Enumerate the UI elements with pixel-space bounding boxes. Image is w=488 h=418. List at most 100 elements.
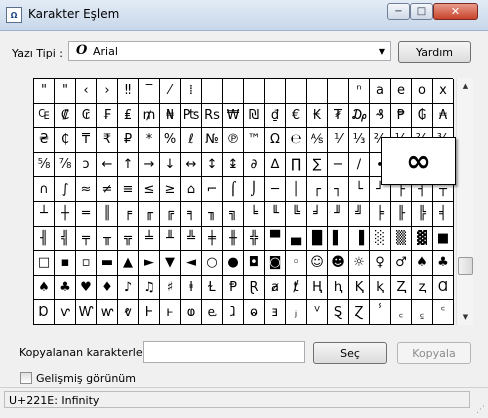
character-cell[interactable]: ⱨ <box>328 275 349 301</box>
character-cell[interactable]: ╧ <box>139 226 160 252</box>
character-cell[interactable]: ≡ <box>118 177 139 202</box>
character-cell[interactable]: ₰ <box>370 103 391 129</box>
character-cell[interactable]: ⅞ <box>55 152 76 178</box>
character-cell[interactable]: ╚ <box>286 201 307 227</box>
character-cell[interactable]: ■ <box>433 226 454 252</box>
character-cell[interactable]: " <box>55 79 76 104</box>
character-cell[interactable]: ╠ <box>412 201 433 227</box>
character-cell[interactable]: ◙ <box>265 251 286 276</box>
character-cell[interactable]: ► <box>139 251 160 276</box>
character-cell[interactable]: ╡ <box>433 201 454 227</box>
character-cell[interactable]: Ɀ <box>349 300 370 325</box>
copy-button[interactable]: Kopyala <box>397 342 471 364</box>
grid-scrollbar[interactable]: ▲ ▼ <box>456 78 473 325</box>
character-cell[interactable]: ♣ <box>433 251 454 276</box>
character-cell[interactable]: ☻ <box>328 251 349 276</box>
character-cell[interactable]: ╟ <box>391 201 412 227</box>
character-cell[interactable]: ꜁ <box>412 300 433 325</box>
character-cell[interactable]: ⱱ <box>55 300 76 325</box>
character-cell[interactable]: − <box>328 152 349 178</box>
character-cell[interactable]: ╒ <box>118 201 139 227</box>
character-cell[interactable]: ⱪ <box>370 275 391 301</box>
character-cell[interactable]: ╤ <box>76 226 97 252</box>
character-cell[interactable]: Ⱪ <box>349 275 370 301</box>
character-cell[interactable]: ╥ <box>97 226 118 252</box>
scroll-down-icon[interactable]: ▼ <box>457 313 474 321</box>
character-cell[interactable]: ☺ <box>307 251 328 276</box>
character-cell[interactable]: └ <box>349 177 370 202</box>
character-cell[interactable]: ⱹ <box>223 300 244 325</box>
character-cell[interactable]: ℗ <box>223 128 244 153</box>
close-button[interactable]: ✕ <box>433 3 478 20</box>
character-cell[interactable]: ╔ <box>160 201 181 227</box>
resize-grip-icon[interactable]: ⋰ <box>476 405 485 415</box>
character-cell[interactable]: ℓ <box>181 128 202 153</box>
character-cell[interactable]: ∂ <box>244 152 265 178</box>
character-cell[interactable]: ⱷ <box>181 300 202 325</box>
character-cell[interactable] <box>202 79 223 104</box>
character-cell[interactable]: ₵ <box>55 128 76 153</box>
character-cell[interactable]: ⅟ <box>328 128 349 153</box>
character-cell[interactable]: ╞ <box>370 201 391 227</box>
character-cell[interactable]: ꜂ <box>433 300 454 325</box>
character-cell[interactable]: Ⱳ <box>76 300 97 325</box>
character-cell[interactable]: ⱳ <box>97 300 118 325</box>
character-cell[interactable]: Rs <box>202 103 223 129</box>
character-cell[interactable]: ₹ <box>97 128 118 153</box>
character-cell[interactable]: ▼ <box>160 251 181 276</box>
character-cell[interactable]: Ⱶ <box>139 300 160 325</box>
character-cell[interactable]: Ᵽ <box>223 275 244 301</box>
character-cell[interactable]: ♂ <box>391 251 412 276</box>
character-cell[interactable]: ⌂ <box>181 177 202 202</box>
character-cell[interactable] <box>328 79 349 104</box>
character-cell[interactable]: ▬ <box>97 251 118 276</box>
character-cell[interactable]: ● <box>223 251 244 276</box>
character-cell[interactable]: e <box>391 79 412 104</box>
character-cell[interactable]: ∕ <box>349 152 370 178</box>
character-cell[interactable]: ╪ <box>202 226 223 252</box>
character-cell[interactable]: ⁞ <box>181 79 202 104</box>
character-cell[interactable]: ♫ <box>139 275 160 301</box>
character-cell[interactable]: Ɫ <box>202 275 223 301</box>
character-cell[interactable] <box>286 79 307 104</box>
character-cell[interactable]: ₭ <box>307 103 328 129</box>
character-cell[interactable]: ⱻ <box>265 300 286 325</box>
character-cell[interactable]: ◦ <box>286 251 307 276</box>
character-cell[interactable]: → <box>139 152 160 178</box>
character-cell[interactable]: ≠ <box>97 177 118 202</box>
advanced-view-checkbox[interactable] <box>20 372 32 384</box>
character-cell[interactable]: ╦ <box>118 226 139 252</box>
character-cell[interactable]: ╬ <box>244 226 265 252</box>
character-cell[interactable]: ⱺ <box>244 300 265 325</box>
character-grid[interactable]: " " ‹ › ‼ ‾ ⁄ ⁞ ⁿ a e o x ₠ ₡ ₢ ₣ ₤ ₥ ₦ ₧ Rs ₩ ₪ ₫ € ₭ ₮ ₯ ₰ ₱ ₲ ₳ ₴ ₵ ₸ ₹ ₽ *… <box>33 78 454 325</box>
character-cell[interactable]: ♣ <box>55 275 76 301</box>
character-cell[interactable]: ₧ <box>181 103 202 129</box>
character-cell[interactable]: ╩ <box>181 226 202 252</box>
character-cell[interactable]: ₮ <box>328 103 349 129</box>
character-cell[interactable]: › <box>97 79 118 104</box>
character-cell[interactable]: ╝ <box>349 201 370 227</box>
character-cell[interactable]: ♀ <box>370 251 391 276</box>
character-cell[interactable] <box>223 79 244 104</box>
character-cell[interactable]: Ⱨ <box>307 275 328 301</box>
character-cell[interactable]: ⱥ <box>265 275 286 301</box>
character-cell[interactable]: ♦ <box>97 275 118 301</box>
select-button[interactable]: Seç <box>313 342 387 364</box>
character-cell[interactable]: ‾ <box>139 79 160 104</box>
character-cell[interactable]: ⱶ <box>160 300 181 325</box>
character-cell[interactable]: ▌ <box>328 226 349 252</box>
character-cell[interactable]: ₲ <box>412 103 433 129</box>
character-cell[interactable]: ╙ <box>265 201 286 227</box>
character-cell[interactable]: ₴ <box>34 128 55 153</box>
character-cell[interactable]: ≤ <box>139 177 160 202</box>
character-cell[interactable]: ▫ <box>76 251 97 276</box>
character-cell[interactable]: ♪ <box>118 275 139 301</box>
character-cell[interactable]: ↕ <box>202 152 223 178</box>
character-cell[interactable]: ◘ <box>244 251 265 276</box>
character-cell[interactable]: ₦ <box>160 103 181 129</box>
character-cell[interactable]: ₩ <box>223 103 244 129</box>
character-cell[interactable]: ⱽ <box>307 300 328 325</box>
scroll-thumb[interactable] <box>458 256 473 275</box>
character-cell[interactable]: ◄ <box>181 251 202 276</box>
character-cell[interactable]: ⱸ <box>202 300 223 325</box>
